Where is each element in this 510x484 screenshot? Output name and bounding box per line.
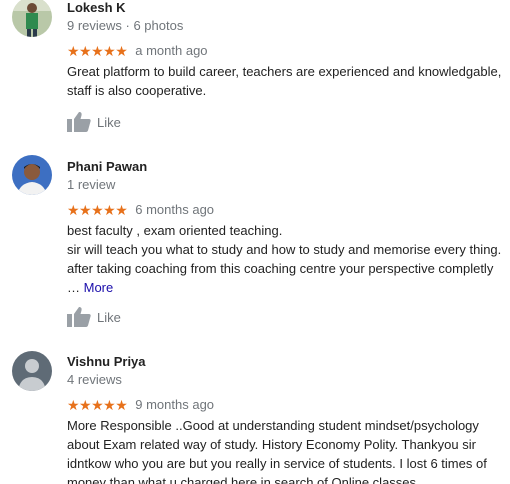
thumbs-up-icon [67,307,91,327]
like-button[interactable]: Like [67,111,121,133]
reviewer-name[interactable]: Phani Pawan [67,159,147,175]
review-text-line: sir will teach you what to study and how… [67,242,502,257]
reviewer-avatar[interactable] [12,0,52,37]
star-rating: ★★★★★ [67,397,128,413]
review-text: best faculty , exam oriented teaching. s… [67,221,507,297]
reviewer-avatar[interactable] [12,155,52,195]
review-text-line: staff is also cooperative. [67,83,207,98]
thumbs-up-icon [67,112,91,132]
reviewer-meta: 9 reviews · 6 photos [67,18,184,33]
review-text-line: after taking coaching from this coaching… [67,261,494,276]
rating-row: ★★★★★ a month ago [67,43,208,59]
rating-row: ★★★★★ 6 months ago [67,202,214,218]
more-link[interactable]: More [84,280,114,295]
like-label: Like [97,114,121,130]
like-label: Like [97,309,121,325]
review-text-line: best faculty , exam oriented teaching. [67,223,283,238]
like-button[interactable]: Like [67,306,121,328]
ellipsis: … [67,280,84,295]
reviewer-avatar[interactable] [12,351,52,391]
review-text-line: idntkow who you are but you really in se… [67,456,487,471]
review-text-line: about Exam related way of study. History… [67,437,476,452]
review-time: a month ago [135,43,208,58]
review-more-line: … More [67,278,507,297]
review-time: 6 months ago [135,202,215,217]
review-text-line: money than what u charged here in search… [67,475,420,484]
star-rating: ★★★★★ [67,202,128,218]
review-text-line: More Responsible ..Good at understanding… [67,418,479,433]
reviewer-meta: 4 reviews [67,372,122,387]
reviewer-name[interactable]: Lokesh K [67,0,126,16]
review-text: Great platform to build career, teachers… [67,62,507,100]
review-text-line: Great platform to build career, teachers… [67,64,502,79]
reviewer-meta: 1 review [67,177,116,192]
review-time: 9 months ago [135,397,215,412]
rating-row: ★★★★★ 9 months ago [67,397,214,413]
review-text: More Responsible ..Good at understanding… [67,416,507,484]
star-rating: ★★★★★ [67,43,128,59]
reviewer-name[interactable]: Vishnu Priya [67,354,146,370]
